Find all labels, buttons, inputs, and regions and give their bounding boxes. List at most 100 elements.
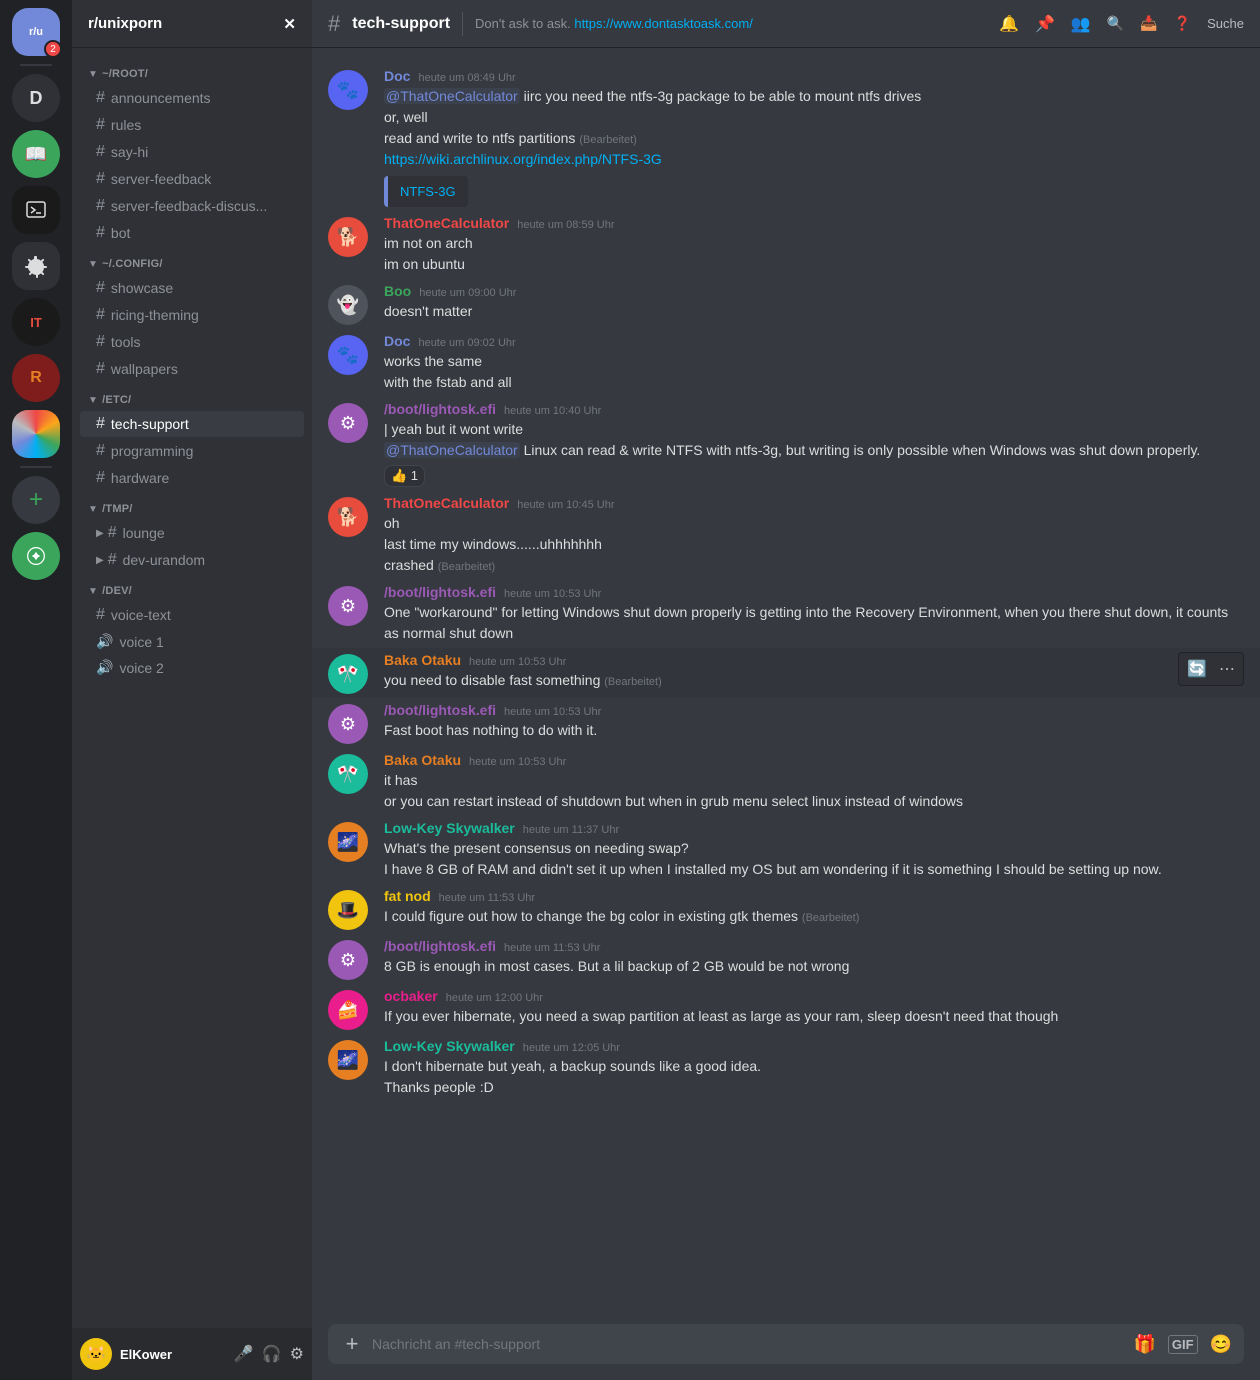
message-link[interactable]: https://wiki.archlinux.org/index.php/NTF… [384,151,662,167]
server-icon-gear[interactable] [12,242,60,290]
notification-icon[interactable]: 🔔 [999,14,1019,34]
user-avatar: 🐱 [80,1338,112,1370]
message-content: I don't hibernate but yeah, a backup sou… [384,1056,1244,1077]
channel-server-feedback[interactable]: #server-feedback [80,166,304,192]
message-author: Baka Otaku [384,752,461,768]
message-body: fat nod heute um 11:53 Uhr I could figur… [384,888,1244,930]
category-tmp[interactable]: ▼ /TMP/ [72,499,312,519]
message-body: Doc heute um 08:49 Uhr @ThatOneCalculato… [384,68,1244,207]
channel-server-feedback-discus[interactable]: #server-feedback-discus... [80,193,304,219]
avatar: 🎌 [328,754,368,794]
help-icon[interactable]: ❓ [1174,15,1191,32]
channel-wallpapers[interactable]: #wallpapers [80,356,304,382]
reaction[interactable]: 👍 1 [384,465,425,487]
category-etc[interactable]: ▼ /ETC/ [72,390,312,410]
server-icon-it[interactable]: IT [12,298,60,346]
inbox-icon[interactable]: 📥 [1140,15,1157,32]
channel-sidebar: r/unixporn ✕ ▼ ~/ROOT/ #announcements #r… [72,0,312,1380]
server-icon-terminal[interactable] [12,186,60,234]
message-header: Doc heute um 09:02 Uhr [384,333,1244,349]
server-icon-book[interactable]: 📖 [12,130,60,178]
channel-voice-2[interactable]: 🔊voice 2 [80,655,304,680]
message-author: ocbaker [384,988,438,1004]
chat-input[interactable] [372,1324,1125,1364]
message-group: ⚙ /boot/lightosk.efi heute um 10:53 Uhr … [312,698,1260,748]
pin-icon[interactable]: 📌 [1035,14,1055,34]
hash-icon: # [108,551,117,569]
server-icon-d[interactable]: D [12,74,60,122]
gif-icon[interactable]: GIF [1168,1335,1198,1354]
message-body: Low-Key Skywalker heute um 12:05 Uhr I d… [384,1038,1244,1098]
channel-hardware[interactable]: #hardware [80,465,304,491]
header-divider [462,12,463,36]
channel-bot[interactable]: #bot [80,220,304,246]
search-icon[interactable]: 🔍 [1107,15,1124,32]
category-arrow: ▼ [88,259,98,270]
main-content: # tech-support Don't ask to ask. https:/… [312,0,1260,1380]
avatar: ⚙ [328,586,368,626]
message-author: ThatOneCalculator [384,215,509,231]
server-divider [20,64,52,66]
message-body: ocbaker heute um 12:00 Uhr If you ever h… [384,988,1244,1030]
react-button[interactable]: 🔄 [1183,657,1211,681]
edited-label: (Bearbeitet) [438,561,495,573]
avatar: 🎩 [328,890,368,930]
channel-voice-1[interactable]: 🔊voice 1 [80,629,304,654]
mic-icon[interactable]: 🎤 [234,1344,254,1364]
settings-icon[interactable]: ⚙ [290,1344,304,1364]
server-header[interactable]: r/unixporn ✕ [72,0,312,48]
user-panel: 🐱 ElKower 🎤 🎧 ⚙ [72,1328,312,1380]
server-icon-unixporn[interactable]: r/u 2 [12,8,60,56]
message-group: 🎩 fat nod heute um 11:53 Uhr I could fig… [312,884,1260,934]
message-timestamp: heute um 10:53 Uhr [504,706,601,718]
channel-lounge[interactable]: ▶ #lounge [80,520,304,546]
message-header: /boot/lightosk.efi heute um 11:53 Uhr [384,938,1244,954]
hash-icon: # [96,197,105,215]
category-config[interactable]: ▼ ~/.CONFIG/ [72,254,312,274]
channel-voice-text[interactable]: #voice-text [80,602,304,628]
message-header: /boot/lightosk.efi heute um 10:53 Uhr [384,702,1244,718]
message-content: I could figure out how to change the bg … [384,906,1244,927]
channel-name: server-feedback [111,171,211,187]
message-body: ThatOneCalculator heute um 08:59 Uhr im … [384,215,1244,275]
members-icon[interactable]: 👥 [1071,14,1091,34]
server-icon-art[interactable] [12,410,60,458]
headphones-icon[interactable]: 🎧 [262,1344,282,1364]
message-timestamp: heute um 12:05 Uhr [523,1042,620,1054]
hash-icon: # [96,143,105,161]
embed-card: NTFS-3G [384,176,468,207]
channel-rules[interactable]: #rules [80,112,304,138]
message-content: If you ever hibernate, you need a swap p… [384,1006,1244,1027]
message-content: https://wiki.archlinux.org/index.php/NTF… [384,149,1244,170]
message-author: Low-Key Skywalker [384,1038,515,1054]
more-button[interactable]: ⋯ [1215,657,1239,681]
topic-link[interactable]: https://www.dontasktoask.com/ [574,16,752,31]
add-server-button[interactable]: + [12,476,60,524]
gift-icon[interactable]: 🎁 [1133,1334,1155,1355]
channel-dev-urandom[interactable]: ▶ #dev-urandom [80,547,304,573]
input-actions: 🎁 GIF 😊 [1133,1334,1232,1355]
channel-ricing-theming[interactable]: #ricing-theming [80,302,304,328]
channel-tools[interactable]: #tools [80,329,304,355]
header-icons: 🔔 📌 👥 🔍 📥 ❓ Suche [999,14,1244,34]
hash-icon: # [96,469,105,487]
category-arrow: ▼ [88,586,98,597]
collapsed-arrow: ▶ [96,555,104,566]
category-dev[interactable]: ▼ /DEV/ [72,581,312,601]
channel-say-hi[interactable]: #say-hi [80,139,304,165]
channel-tech-support[interactable]: #tech-support [80,411,304,437]
category-root[interactable]: ▼ ~/ROOT/ [72,64,312,84]
channel-header-hash: # [328,11,340,37]
emoji-icon[interactable]: 😊 [1210,1334,1232,1355]
message-timestamp: heute um 10:53 Uhr [504,588,601,600]
channel-announcements[interactable]: #announcements [80,85,304,111]
message-timestamp: heute um 08:49 Uhr [418,72,515,84]
channel-showcase[interactable]: #showcase [80,275,304,301]
message-content: Thanks people :D [384,1077,1244,1098]
search-text[interactable]: Suche [1207,16,1244,31]
channel-programming[interactable]: #programming [80,438,304,464]
hash-icon: # [96,415,105,433]
explore-button[interactable] [12,532,60,580]
input-add-button[interactable]: + [340,1332,364,1356]
server-icon-r[interactable]: R [12,354,60,402]
